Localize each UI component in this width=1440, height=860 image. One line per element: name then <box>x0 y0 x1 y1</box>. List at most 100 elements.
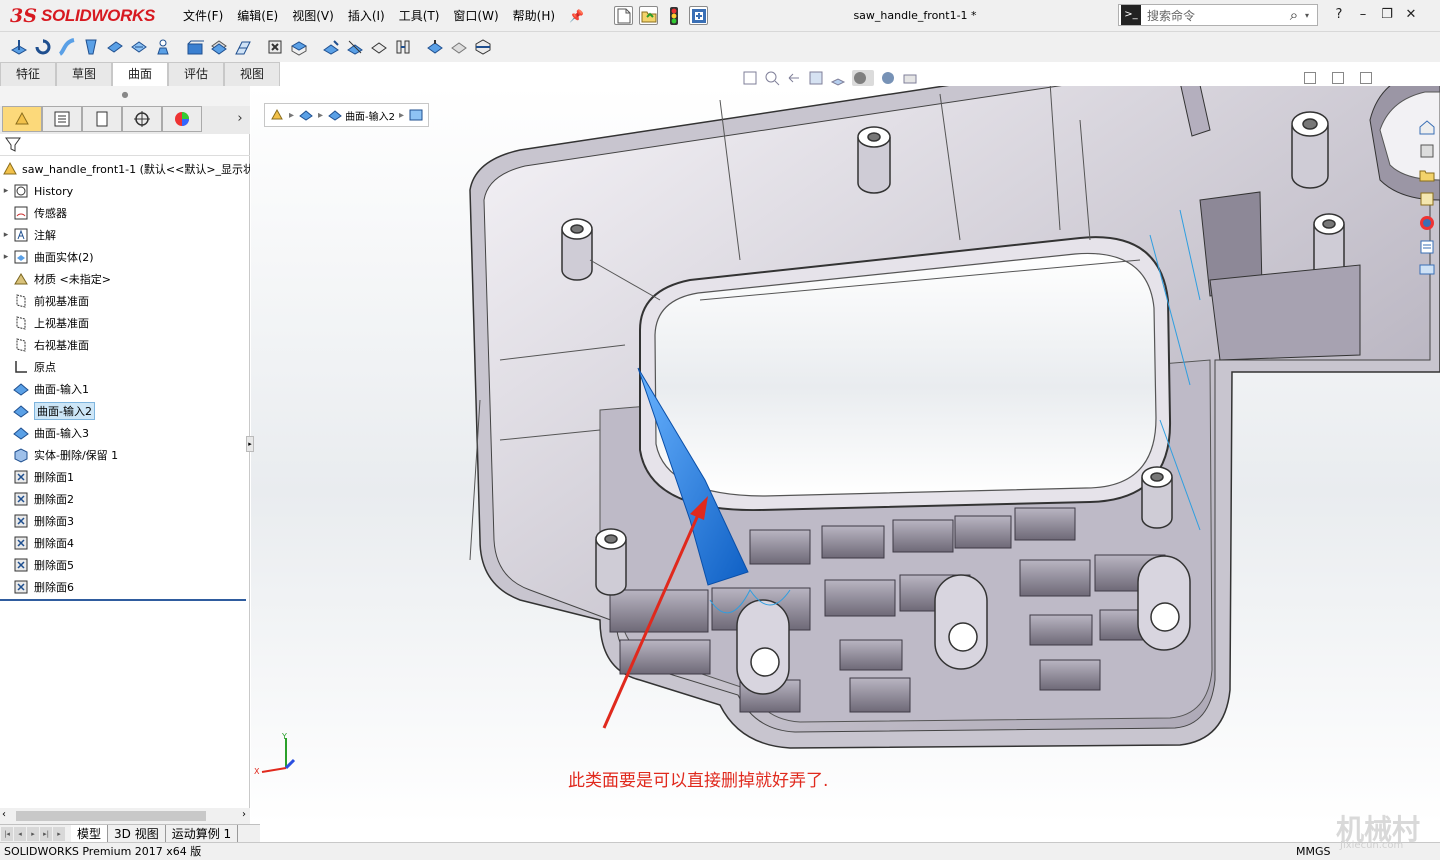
file-explorer-icon[interactable] <box>1416 164 1438 186</box>
tree-item[interactable]: 删除面1 <box>0 466 250 488</box>
scroll-left-icon[interactable]: ‹ <box>2 809 6 820</box>
search-input[interactable]: 搜索命令 <box>1147 7 1283 24</box>
menu-help[interactable]: 帮助(H) <box>506 0 562 32</box>
minimize-button[interactable]: – <box>1352 4 1374 26</box>
units-indicator[interactable]: MMGS <box>1296 845 1331 858</box>
delete-face-icon[interactable] <box>264 36 286 58</box>
knit-surface-icon[interactable] <box>392 36 414 58</box>
search-icon[interactable]: ⌕ <box>1283 6 1305 24</box>
tab-sketch[interactable]: 草图 <box>56 62 112 86</box>
more-tabs-chevron-icon[interactable]: › <box>230 106 250 134</box>
thicken-icon[interactable] <box>424 36 446 58</box>
viewport-restore-icon[interactable] <box>1332 72 1344 84</box>
menu-edit[interactable]: 编辑(E) <box>230 0 285 32</box>
tab-surfaces[interactable]: 曲面 <box>112 62 168 86</box>
tab-motion-study[interactable]: 运动算例 1 <box>166 824 239 843</box>
tab-scroll-icon[interactable]: ▸ <box>53 826 65 841</box>
graphics-area[interactable]: Y X <box>251 86 1440 824</box>
tree-item[interactable]: 前视基准面 <box>0 290 250 312</box>
search-commands-box[interactable]: >_ 搜索命令 ⌕ ▾ <box>1118 4 1318 26</box>
expand-arrow-icon[interactable]: ▸ <box>0 252 12 262</box>
home-icon[interactable] <box>1416 116 1438 138</box>
last-tab-icon[interactable]: ▸| <box>40 826 52 841</box>
dimxpert-manager-tab[interactable] <box>122 106 162 132</box>
options-icon[interactable] <box>689 6 708 25</box>
tree-item[interactable]: 曲面-输入3 <box>0 422 250 444</box>
horizontal-scrollbar[interactable]: ‹ › <box>0 808 250 824</box>
rollback-bar[interactable] <box>0 599 246 601</box>
offset-surface-icon[interactable] <box>208 36 230 58</box>
breadcrumb-surface-icon[interactable] <box>298 107 314 123</box>
configuration-manager-tab[interactable] <box>82 106 122 132</box>
pin-menu-icon[interactable]: 📌 <box>562 0 591 32</box>
tab-model[interactable]: 模型 <box>71 824 109 843</box>
expand-arrow-icon[interactable]: ▸ <box>0 230 12 240</box>
thickened-cut-icon[interactable] <box>448 36 470 58</box>
breadcrumb-part-icon[interactable] <box>269 107 285 123</box>
view-orientation-icon[interactable] <box>830 70 846 86</box>
custom-properties-icon[interactable] <box>1416 236 1438 258</box>
menu-file[interactable]: 文件(F) <box>176 0 230 32</box>
section-view-icon[interactable] <box>808 70 824 86</box>
forum-icon[interactable] <box>1416 260 1438 282</box>
breadcrumb-feature[interactable]: 曲面-输入2 <box>327 107 395 123</box>
trim-surface-icon[interactable] <box>344 36 366 58</box>
panel-collapse-handle[interactable]: ▸ <box>246 436 254 452</box>
tree-item[interactable]: 删除面2 <box>0 488 250 510</box>
tree-item[interactable]: 曲面-输入1 <box>0 378 250 400</box>
apply-scene-icon[interactable] <box>902 70 918 86</box>
tab-view[interactable]: 视图 <box>224 62 280 86</box>
replace-face-icon[interactable] <box>288 36 310 58</box>
filled-surface-icon[interactable] <box>128 36 150 58</box>
tree-item[interactable]: 删除面4 <box>0 532 250 554</box>
panel-splitter[interactable]: ● <box>0 86 250 106</box>
property-manager-tab[interactable] <box>42 106 82 132</box>
revolved-surface-icon[interactable] <box>32 36 54 58</box>
tree-item[interactable]: 曲面-输入2 <box>0 400 250 422</box>
prev-tab-icon[interactable]: ◂ <box>14 826 26 841</box>
display-style-icon[interactable] <box>852 70 874 86</box>
tree-item[interactable]: 删除面6 <box>0 576 250 598</box>
tree-item[interactable]: 传感器 <box>0 202 250 224</box>
viewport-maximize-icon[interactable] <box>1360 72 1372 84</box>
help-button[interactable]: ? <box>1328 4 1350 26</box>
tree-item[interactable]: 删除面5 <box>0 554 250 576</box>
tree-item[interactable]: 原点 <box>0 356 250 378</box>
solidworks-logo[interactable]: 3S SOLIDWORKS <box>10 4 155 28</box>
menu-window[interactable]: 窗口(W) <box>446 0 505 32</box>
menu-tools[interactable]: 工具(T) <box>392 0 447 32</box>
open-file-icon[interactable] <box>639 6 658 25</box>
zoom-area-icon[interactable] <box>764 70 780 86</box>
tree-filter[interactable] <box>0 134 250 156</box>
view-palette-icon[interactable] <box>1416 188 1438 210</box>
feature-manager-tab[interactable] <box>2 106 42 132</box>
menu-view[interactable]: 视图(V) <box>285 0 341 32</box>
next-tab-icon[interactable]: ▸ <box>27 826 39 841</box>
tree-item[interactable]: 实体-删除/保留 1 <box>0 444 250 466</box>
tab-evaluate[interactable]: 评估 <box>168 62 224 86</box>
edit-appearance-icon[interactable] <box>880 70 896 86</box>
close-button[interactable]: ✕ <box>1400 4 1422 26</box>
breadcrumb-face-icon[interactable] <box>408 107 424 123</box>
freeform-icon[interactable] <box>152 36 174 58</box>
tree-item[interactable]: 删除面3 <box>0 510 250 532</box>
tree-root-part[interactable]: saw_handle_front1-1 (默认<<默认>_显示状 <box>0 158 250 180</box>
tab-features[interactable]: 特征 <box>0 62 56 86</box>
restore-button[interactable]: ❐ <box>1376 4 1398 26</box>
tree-item[interactable]: ▸ 注解 <box>0 224 250 246</box>
appearances-icon[interactable] <box>1416 212 1438 234</box>
tree-item[interactable]: 上视基准面 <box>0 312 250 334</box>
search-dropdown-icon[interactable]: ▾ <box>1305 11 1317 20</box>
ruled-surface-icon[interactable] <box>232 36 254 58</box>
new-document-icon[interactable] <box>614 6 633 25</box>
rebuild-traffic-light-icon[interactable] <box>664 6 683 25</box>
lofted-surface-icon[interactable] <box>80 36 102 58</box>
extend-surface-icon[interactable] <box>320 36 342 58</box>
scroll-thumb[interactable] <box>16 811 206 821</box>
tree-item[interactable]: 右视基准面 <box>0 334 250 356</box>
expand-arrow-icon[interactable]: ▸ <box>0 186 12 196</box>
extruded-surface-icon[interactable] <box>8 36 30 58</box>
tree-item[interactable]: ▸ 曲面实体(2) <box>0 246 250 268</box>
planar-surface-icon[interactable] <box>184 36 206 58</box>
design-library-icon[interactable] <box>1416 140 1438 162</box>
